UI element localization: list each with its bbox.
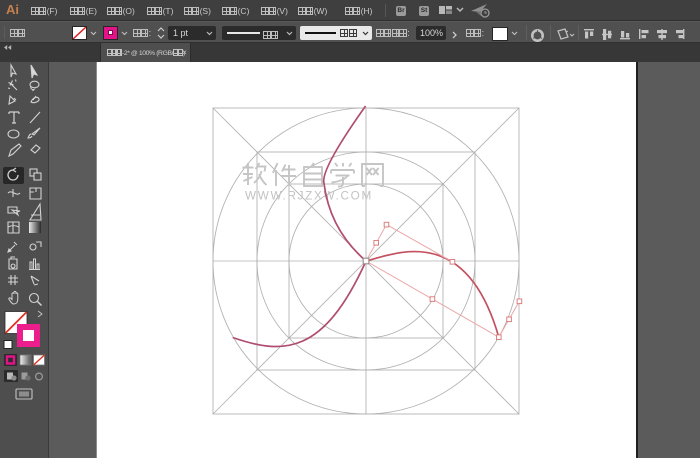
svg-text:WWW.RJZXW.COM: WWW.RJZXW.COM — [245, 190, 373, 203]
